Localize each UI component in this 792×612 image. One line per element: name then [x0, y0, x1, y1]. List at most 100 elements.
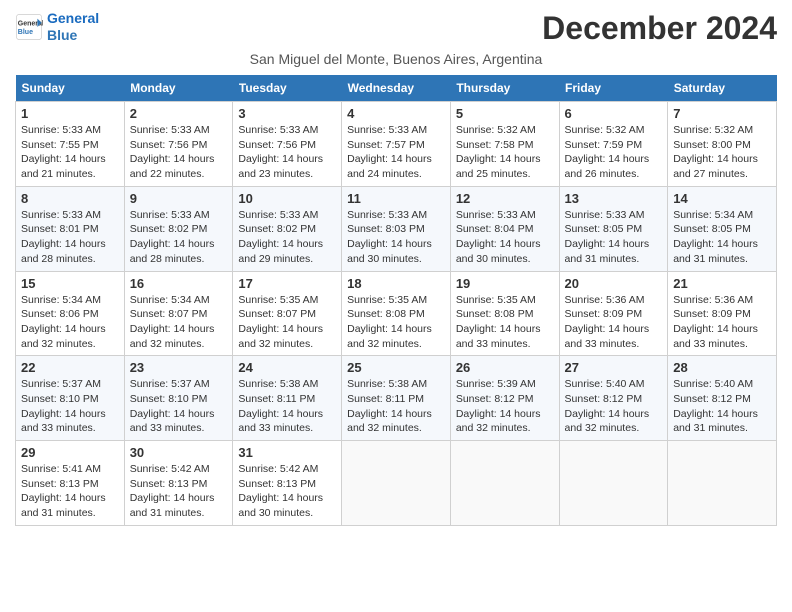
day-info: Sunrise: 5:37 AM Sunset: 8:10 PM Dayligh…	[130, 377, 228, 436]
calendar-cell	[342, 441, 451, 526]
day-number: 11	[347, 191, 445, 206]
calendar-table: SundayMondayTuesdayWednesdayThursdayFrid…	[15, 75, 777, 526]
calendar-cell: 6 Sunrise: 5:32 AM Sunset: 7:59 PM Daylig…	[559, 102, 668, 187]
day-info: Sunrise: 5:38 AM Sunset: 8:11 PM Dayligh…	[347, 377, 445, 436]
weekday-header-friday: Friday	[559, 75, 668, 102]
day-info: Sunrise: 5:33 AM Sunset: 8:04 PM Dayligh…	[456, 208, 554, 267]
calendar-cell: 10 Sunrise: 5:33 AM Sunset: 8:02 PM Dayli…	[233, 186, 342, 271]
day-number: 6	[565, 106, 663, 121]
day-number: 4	[347, 106, 445, 121]
day-info: Sunrise: 5:32 AM Sunset: 7:58 PM Dayligh…	[456, 123, 554, 182]
calendar-cell: 26 Sunrise: 5:39 AM Sunset: 8:12 PM Dayli…	[450, 356, 559, 441]
day-number: 21	[673, 276, 771, 291]
day-number: 9	[130, 191, 228, 206]
day-info: Sunrise: 5:37 AM Sunset: 8:10 PM Dayligh…	[21, 377, 119, 436]
day-info: Sunrise: 5:33 AM Sunset: 7:56 PM Dayligh…	[238, 123, 336, 182]
day-info: Sunrise: 5:36 AM Sunset: 8:09 PM Dayligh…	[565, 293, 663, 352]
calendar-cell: 25Sunrise: 5:38 AM Sunset: 8:11 PM Dayli…	[342, 356, 451, 441]
calendar-cell	[450, 441, 559, 526]
day-info: Sunrise: 5:39 AM Sunset: 8:12 PM Dayligh…	[456, 377, 554, 436]
day-number: 8	[21, 191, 119, 206]
calendar-cell: 28Sunrise: 5:40 AM Sunset: 8:12 PM Dayli…	[668, 356, 777, 441]
calendar-week-row: 29Sunrise: 5:41 AM Sunset: 8:13 PM Dayli…	[16, 441, 777, 526]
page-header: General Blue General Blue December 2024	[15, 10, 777, 47]
calendar-cell: 9 Sunrise: 5:33 AM Sunset: 8:02 PM Daylig…	[124, 186, 233, 271]
calendar-cell: 24 Sunrise: 5:38 AM Sunset: 8:11 PM Dayli…	[233, 356, 342, 441]
day-number: 1	[21, 106, 119, 121]
weekday-header-monday: Monday	[124, 75, 233, 102]
day-number: 16	[130, 276, 228, 291]
day-info: Sunrise: 5:36 AM Sunset: 8:09 PM Dayligh…	[673, 293, 771, 352]
calendar-cell: 13 Sunrise: 5:33 AM Sunset: 8:05 PM Dayli…	[559, 186, 668, 271]
day-number: 3	[238, 106, 336, 121]
day-info: Sunrise: 5:34 AM Sunset: 8:05 PM Dayligh…	[673, 208, 771, 267]
calendar-week-row: 8 Sunrise: 5:33 AM Sunset: 8:01 PM Daylig…	[16, 186, 777, 271]
day-number: 15	[21, 276, 119, 291]
calendar-cell: 17 Sunrise: 5:35 AM Sunset: 8:07 PM Dayli…	[233, 271, 342, 356]
calendar-cell: 21 Sunrise: 5:36 AM Sunset: 8:09 PM Dayli…	[668, 271, 777, 356]
day-number: 7	[673, 106, 771, 121]
calendar-cell: 29Sunrise: 5:41 AM Sunset: 8:13 PM Dayli…	[16, 441, 125, 526]
calendar-cell: 30 Sunrise: 5:42 AM Sunset: 8:13 PM Dayli…	[124, 441, 233, 526]
weekday-header-saturday: Saturday	[668, 75, 777, 102]
day-info: Sunrise: 5:33 AM Sunset: 7:55 PM Dayligh…	[21, 123, 119, 182]
day-number: 23	[130, 360, 228, 375]
calendar-cell: 31Sunrise: 5:42 AM Sunset: 8:13 PM Dayli…	[233, 441, 342, 526]
calendar-cell: 1 Sunrise: 5:33 AM Sunset: 7:55 PM Daylig…	[16, 102, 125, 187]
day-info: Sunrise: 5:40 AM Sunset: 8:12 PM Dayligh…	[565, 377, 663, 436]
day-info: Sunrise: 5:33 AM Sunset: 8:05 PM Dayligh…	[565, 208, 663, 267]
day-info: Sunrise: 5:33 AM Sunset: 8:01 PM Dayligh…	[21, 208, 119, 267]
day-number: 13	[565, 191, 663, 206]
day-info: Sunrise: 5:40 AM Sunset: 8:12 PM Dayligh…	[673, 377, 771, 436]
calendar-week-row: 22 Sunrise: 5:37 AM Sunset: 8:10 PM Dayli…	[16, 356, 777, 441]
day-number: 12	[456, 191, 554, 206]
weekday-header-wednesday: Wednesday	[342, 75, 451, 102]
day-number: 5	[456, 106, 554, 121]
day-number: 24	[238, 360, 336, 375]
calendar-header-row: SundayMondayTuesdayWednesdayThursdayFrid…	[16, 75, 777, 102]
day-number: 19	[456, 276, 554, 291]
day-info: Sunrise: 5:35 AM Sunset: 8:08 PM Dayligh…	[456, 293, 554, 352]
calendar-cell	[668, 441, 777, 526]
day-number: 18	[347, 276, 445, 291]
calendar-week-row: 15 Sunrise: 5:34 AM Sunset: 8:06 PM Dayli…	[16, 271, 777, 356]
day-number: 30	[130, 445, 228, 460]
calendar-cell: 22 Sunrise: 5:37 AM Sunset: 8:10 PM Dayli…	[16, 356, 125, 441]
logo-blue: Blue	[47, 27, 77, 43]
calendar-cell: 27 Sunrise: 5:40 AM Sunset: 8:12 PM Dayli…	[559, 356, 668, 441]
day-number: 22	[21, 360, 119, 375]
day-info: Sunrise: 5:32 AM Sunset: 8:00 PM Dayligh…	[673, 123, 771, 182]
logo: General Blue General Blue	[15, 10, 99, 44]
calendar-cell: 4 Sunrise: 5:33 AM Sunset: 7:57 PM Daylig…	[342, 102, 451, 187]
calendar-cell: 2Sunrise: 5:33 AM Sunset: 7:56 PM Daylig…	[124, 102, 233, 187]
svg-text:Blue: Blue	[18, 29, 33, 36]
day-number: 14	[673, 191, 771, 206]
day-info: Sunrise: 5:41 AM Sunset: 8:13 PM Dayligh…	[21, 462, 119, 521]
calendar-cell: 5 Sunrise: 5:32 AM Sunset: 7:58 PM Daylig…	[450, 102, 559, 187]
weekday-header-tuesday: Tuesday	[233, 75, 342, 102]
day-number: 10	[238, 191, 336, 206]
day-info: Sunrise: 5:34 AM Sunset: 8:06 PM Dayligh…	[21, 293, 119, 352]
calendar-cell: 20Sunrise: 5:36 AM Sunset: 8:09 PM Dayli…	[559, 271, 668, 356]
calendar-cell: 7 Sunrise: 5:32 AM Sunset: 8:00 PM Daylig…	[668, 102, 777, 187]
logo-general: General	[47, 10, 99, 26]
calendar-cell: 18Sunrise: 5:35 AM Sunset: 8:08 PM Dayli…	[342, 271, 451, 356]
day-info: Sunrise: 5:42 AM Sunset: 8:13 PM Dayligh…	[130, 462, 228, 521]
day-info: Sunrise: 5:33 AM Sunset: 7:56 PM Dayligh…	[130, 123, 228, 182]
calendar-cell: 11Sunrise: 5:33 AM Sunset: 8:03 PM Dayli…	[342, 186, 451, 271]
weekday-header-sunday: Sunday	[16, 75, 125, 102]
day-info: Sunrise: 5:33 AM Sunset: 8:02 PM Dayligh…	[130, 208, 228, 267]
day-number: 17	[238, 276, 336, 291]
day-info: Sunrise: 5:33 AM Sunset: 7:57 PM Dayligh…	[347, 123, 445, 182]
calendar-week-row: 1 Sunrise: 5:33 AM Sunset: 7:55 PM Daylig…	[16, 102, 777, 187]
day-info: Sunrise: 5:38 AM Sunset: 8:11 PM Dayligh…	[238, 377, 336, 436]
day-info: Sunrise: 5:35 AM Sunset: 8:07 PM Dayligh…	[238, 293, 336, 352]
calendar-cell: 8 Sunrise: 5:33 AM Sunset: 8:01 PM Daylig…	[16, 186, 125, 271]
day-info: Sunrise: 5:33 AM Sunset: 8:02 PM Dayligh…	[238, 208, 336, 267]
location-subtitle: San Miguel del Monte, Buenos Aires, Arge…	[15, 51, 777, 67]
day-number: 27	[565, 360, 663, 375]
day-info: Sunrise: 5:32 AM Sunset: 7:59 PM Dayligh…	[565, 123, 663, 182]
day-number: 26	[456, 360, 554, 375]
logo-text: General Blue	[47, 10, 99, 44]
calendar-cell: 14 Sunrise: 5:34 AM Sunset: 8:05 PM Dayli…	[668, 186, 777, 271]
